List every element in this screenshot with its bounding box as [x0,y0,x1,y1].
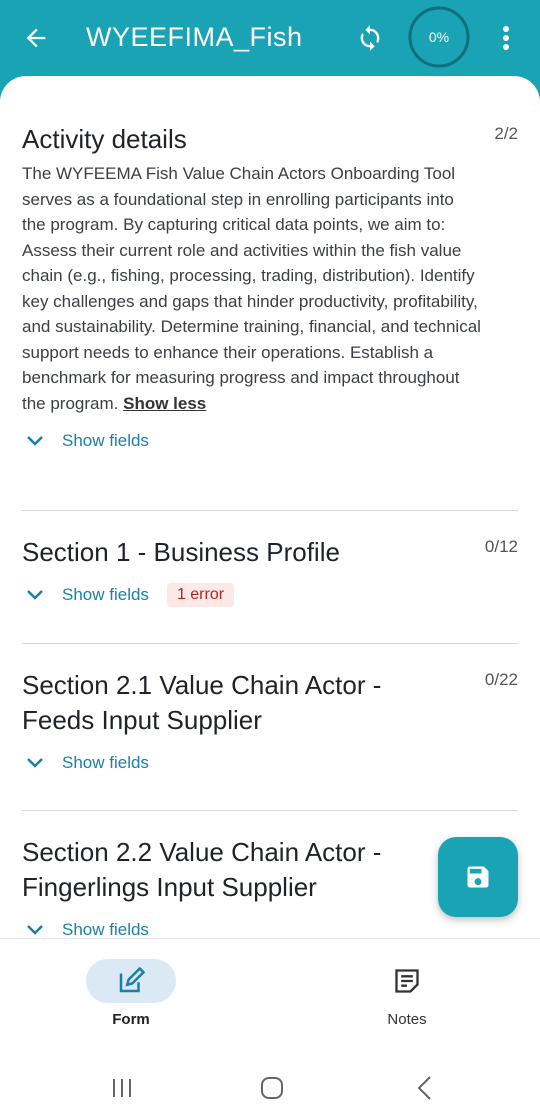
back-button[interactable] [16,18,56,58]
nav-form-label[interactable]: Form [86,1011,176,1028]
divider [22,810,518,811]
activity-description: The WYFEEMA Fish Value Chain Actors Onbo… [22,161,482,416]
section-2-1-show-fields[interactable]: Show fields [22,748,518,778]
nav-form-tab[interactable] [86,959,176,1003]
show-fields-label: Show fields [62,920,149,939]
activity-details-title: Activity details [22,124,187,154]
activity-details-section: Activity details 2/2 The WYFEEMA Fish Va… [22,122,518,456]
activity-description-text: The WYFEEMA Fish Value Chain Actors Onbo… [22,164,481,413]
show-fields-label: Show fields [62,585,149,604]
section-business-profile[interactable]: Section 1 - Business Profile 0/12 Show f… [22,535,518,610]
more-options-button[interactable] [490,18,522,58]
activity-show-fields[interactable]: Show fields [22,426,518,456]
sync-icon [360,25,380,51]
error-badge: 1 error [166,583,235,607]
bottom-navigation: Form Notes [0,938,540,1050]
show-less-link[interactable]: Show less [123,394,206,413]
back-arrow-icon [26,28,46,48]
save-icon [467,866,489,888]
chevron-down-icon [26,749,54,777]
more-vert-icon [503,26,509,50]
system-navigation-bar [0,1050,540,1120]
recent-apps-button[interactable] [102,1070,142,1106]
chevron-left-icon [417,1076,431,1100]
section-title: Section 2.1 Value Chain Actor - Feeds In… [22,670,382,735]
sync-button[interactable] [350,18,390,58]
recent-apps-icon [113,1079,131,1097]
chevron-down-icon [26,427,54,455]
section-feeds-input-supplier[interactable]: Section 2.1 Value Chain Actor - Feeds In… [22,668,518,778]
progress-indicator[interactable]: 0% [408,6,470,68]
nav-notes-label[interactable]: Notes [362,1011,452,1028]
section-count: 0/22 [484,670,518,689]
home-icon [261,1077,283,1099]
edit-form-icon [119,966,146,993]
nav-notes-tab[interactable] [362,959,452,1003]
content-sheet: Activity details 2/2 The WYFEEMA Fish Va… [0,76,540,946]
activity-details-count: 2/2 [494,124,518,143]
notes-icon [395,969,419,993]
section-1-show-fields[interactable]: Show fields 1 error [22,580,518,610]
section-count: 0/12 [484,537,518,556]
show-fields-label: Show fields [62,753,149,772]
chevron-down-icon [26,581,54,609]
section-title: Section 2.2 Value Chain Actor - Fingerli… [22,837,382,902]
divider [22,643,518,644]
show-fields-label: Show fields [62,431,149,450]
save-button[interactable] [438,837,518,917]
home-button[interactable] [252,1070,292,1106]
system-back-button[interactable] [404,1070,444,1106]
divider [22,510,518,511]
progress-percent: 0% [428,29,450,45]
section-title: Section 1 - Business Profile [22,537,340,567]
app-title: WYEEFIMA_Fish [86,22,303,52]
